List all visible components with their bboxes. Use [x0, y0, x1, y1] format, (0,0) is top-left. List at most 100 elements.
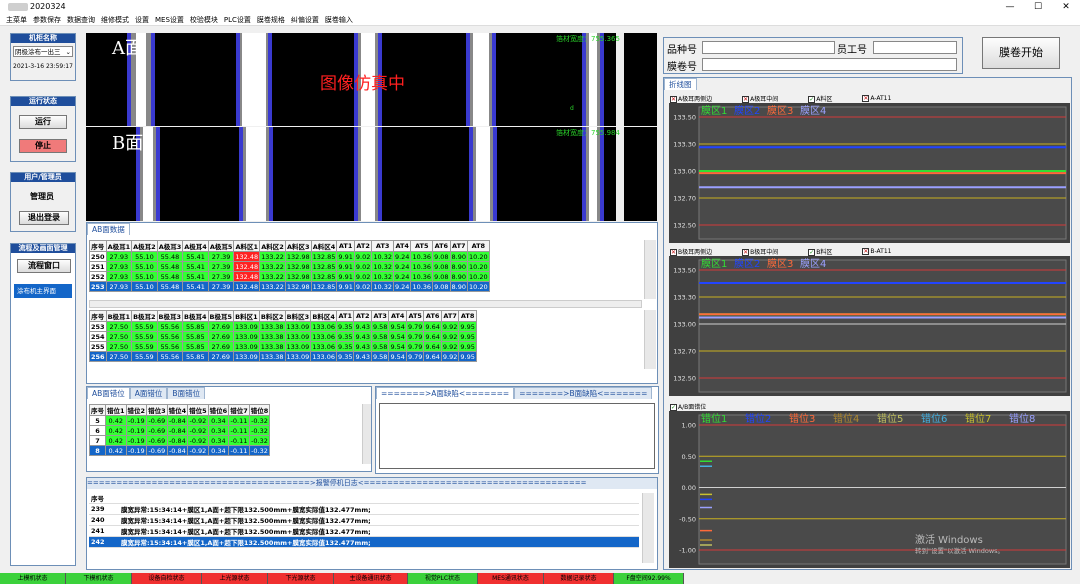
- menu-item[interactable]: 数据查询: [67, 14, 95, 26]
- stop-button[interactable]: 停止: [19, 139, 67, 153]
- column-header[interactable]: 序号: [89, 404, 106, 416]
- minimize-icon[interactable]: —: [996, 0, 1024, 14]
- chart-series-toggle[interactable]: ✕ B极耳两侧边: [670, 247, 712, 256]
- chart-series-toggle[interactable]: ✕ A极耳两侧边: [670, 94, 712, 103]
- logout-button[interactable]: 退出登录: [19, 211, 69, 225]
- tab-offset-1[interactable]: A面错位: [129, 387, 168, 399]
- column-header[interactable]: B极耳1: [105, 310, 133, 322]
- column-header[interactable]: A料区2: [259, 240, 286, 252]
- column-header[interactable]: 错位6: [207, 404, 230, 416]
- column-header[interactable]: AT8: [467, 240, 490, 252]
- column-header[interactable]: 错位8: [248, 404, 271, 416]
- menu-item[interactable]: 参数保存: [33, 14, 61, 26]
- column-header[interactable]: AT2: [353, 310, 372, 322]
- column-header[interactable]: AT7: [449, 240, 469, 252]
- column-header[interactable]: A极耳3: [156, 240, 184, 252]
- table-row[interactable]: 250 27.93 55.10 55.48 55.41 27.39 132.48 133.22…: [89, 251, 490, 262]
- menu-item[interactable]: 维修模式: [101, 14, 129, 26]
- column-header[interactable]: AT3: [370, 310, 390, 322]
- column-header[interactable]: B料区2: [258, 310, 286, 322]
- column-header[interactable]: A极耳5: [207, 240, 235, 252]
- tab-line-chart[interactable]: 折线图: [664, 78, 697, 90]
- menu-item[interactable]: PLC设置: [224, 14, 251, 26]
- log-row[interactable]: 242 膜宽异常:15:34:14+膜区1,A面+超下限132.500mm+膜宽实…: [89, 536, 639, 548]
- table-row[interactable]: 7 0.42 -0.19 -0.69 -0.84 -0.92 0.34 -0.11 -0.32: [89, 435, 271, 446]
- a-v-scrollbar[interactable]: [644, 240, 656, 299]
- menu-item[interactable]: 校验模块: [190, 14, 218, 26]
- employee-input[interactable]: [873, 41, 957, 54]
- chart-series-toggle[interactable]: ✓ A料区: [808, 94, 832, 103]
- menu-item[interactable]: 设置: [135, 14, 149, 26]
- column-header[interactable]: AT7: [440, 310, 460, 322]
- column-header[interactable]: B极耳4: [182, 310, 209, 322]
- roll-start-button[interactable]: 膜卷开始: [982, 37, 1060, 69]
- chart-series-toggle[interactable]: ✓ A/B面错位: [670, 402, 706, 411]
- log-row[interactable]: 240 膜宽异常:15:34:14+膜区1,A面+超下限132.500mm+膜宽实…: [89, 514, 639, 526]
- column-header[interactable]: AT1: [336, 240, 355, 252]
- column-header[interactable]: AT4: [388, 310, 407, 322]
- chart-series-toggle[interactable]: ✕ B极耳中间: [742, 247, 778, 256]
- chart-series-toggle[interactable]: ✕ B-AT11: [862, 248, 891, 255]
- table-row[interactable]: 8 0.42 -0.19 -0.69 -0.84 -0.92 0.34 -0.11 -0.32: [89, 445, 271, 456]
- log-row[interactable]: 239 膜宽异常:15:34:14+膜区1,A面+超下限132.500mm+膜宽实…: [89, 503, 639, 515]
- column-header[interactable]: AT4: [392, 240, 412, 252]
- column-header[interactable]: 错位3: [146, 404, 168, 416]
- chart-series-toggle[interactable]: ✕ A极耳中间: [742, 94, 778, 103]
- chart-series-toggle[interactable]: ✕ A-AT11: [862, 95, 891, 102]
- column-header[interactable]: AT1: [335, 310, 355, 322]
- column-header[interactable]: 错位1: [105, 404, 127, 416]
- b-v-scrollbar[interactable]: [644, 310, 656, 369]
- close-icon[interactable]: ✕: [1052, 0, 1080, 14]
- column-header[interactable]: A极耳4: [182, 240, 209, 252]
- tab-a-defect[interactable]: =======>A面缺陷<=======: [376, 387, 515, 399]
- product-input[interactable]: [702, 41, 835, 54]
- tab-b-defect[interactable]: =======>B面缺陷<=======: [514, 387, 653, 399]
- column-header[interactable]: AT2: [353, 240, 373, 252]
- column-header[interactable]: 错位7: [228, 404, 250, 416]
- tab-offset-0[interactable]: AB面错位: [87, 387, 130, 399]
- table-row[interactable]: 255 27.50 55.59 55.56 55.85 27.69 133.09 133.38…: [89, 341, 477, 352]
- column-header[interactable]: B极耳2: [131, 310, 158, 322]
- column-header[interactable]: A料区1: [233, 240, 261, 252]
- table-row[interactable]: 252 27.93 55.10 55.48 55.41 27.39 132.48 133.22…: [89, 271, 490, 282]
- run-button[interactable]: 运行: [19, 115, 67, 129]
- tab-offset-2[interactable]: B面错位: [167, 387, 206, 399]
- column-header[interactable]: B料区1: [233, 310, 260, 322]
- alarm-v-scrollbar[interactable]: [642, 493, 654, 563]
- maximize-icon[interactable]: ☐: [1024, 0, 1052, 14]
- column-header[interactable]: A极耳1: [105, 240, 133, 252]
- column-header[interactable]: 错位2: [125, 404, 148, 416]
- machine-select[interactable]: 阴极涂布一出三 ⌄: [13, 46, 73, 57]
- table-row[interactable]: 6 0.42 -0.19 -0.69 -0.84 -0.92 0.34 -0.11 -0.32: [89, 425, 271, 436]
- table-row[interactable]: 251 27.93 55.10 55.48 55.41 27.39 132.48 133.22…: [89, 261, 490, 272]
- column-header[interactable]: A极耳2: [131, 240, 158, 252]
- tab-ab-data[interactable]: AB面数据: [87, 223, 130, 235]
- menu-item[interactable]: 膜卷规格: [257, 14, 285, 26]
- column-header[interactable]: AT6: [423, 310, 442, 322]
- column-header[interactable]: AT6: [432, 240, 451, 252]
- column-header[interactable]: AT5: [405, 310, 425, 322]
- menu-item[interactable]: 主菜单: [6, 14, 27, 26]
- table-row[interactable]: 253 27.93 55.10 55.48 55.41 27.39 132.48 133.22…: [89, 281, 490, 292]
- column-header[interactable]: B料区3: [284, 310, 312, 322]
- menu-item[interactable]: MES设置: [155, 14, 184, 26]
- table-row[interactable]: 5 0.42 -0.19 -0.69 -0.84 -0.92 0.34 -0.11 -0.32: [89, 415, 271, 426]
- table-row[interactable]: 254 27.50 55.59 55.56 55.85 27.69 133.09 133.38…: [89, 331, 477, 342]
- flow-list-item[interactable]: 涂布机主界面: [14, 284, 72, 298]
- column-header[interactable]: AT8: [458, 310, 477, 322]
- chart-series-toggle[interactable]: ✓ B料区: [808, 247, 832, 256]
- column-header[interactable]: 错位4: [166, 404, 189, 416]
- column-header[interactable]: 序号: [89, 310, 107, 322]
- column-header[interactable]: B料区4: [310, 310, 337, 322]
- table-row[interactable]: 256 27.50 55.59 55.56 55.85 27.69 133.09 133.38…: [89, 351, 477, 362]
- h-scrollbar[interactable]: [89, 300, 642, 308]
- column-header[interactable]: B极耳3: [156, 310, 184, 322]
- column-header[interactable]: 错位5: [187, 404, 209, 416]
- menu-item[interactable]: 纠偏设置: [291, 14, 319, 26]
- column-header[interactable]: 序号: [89, 240, 107, 252]
- column-header[interactable]: AT5: [410, 240, 434, 252]
- column-header[interactable]: AT3: [371, 240, 394, 252]
- column-header[interactable]: A料区4: [310, 240, 338, 252]
- roll-input[interactable]: [702, 58, 957, 71]
- table-row[interactable]: 253 27.50 55.59 55.56 55.85 27.69 133.09 133.38…: [89, 321, 477, 332]
